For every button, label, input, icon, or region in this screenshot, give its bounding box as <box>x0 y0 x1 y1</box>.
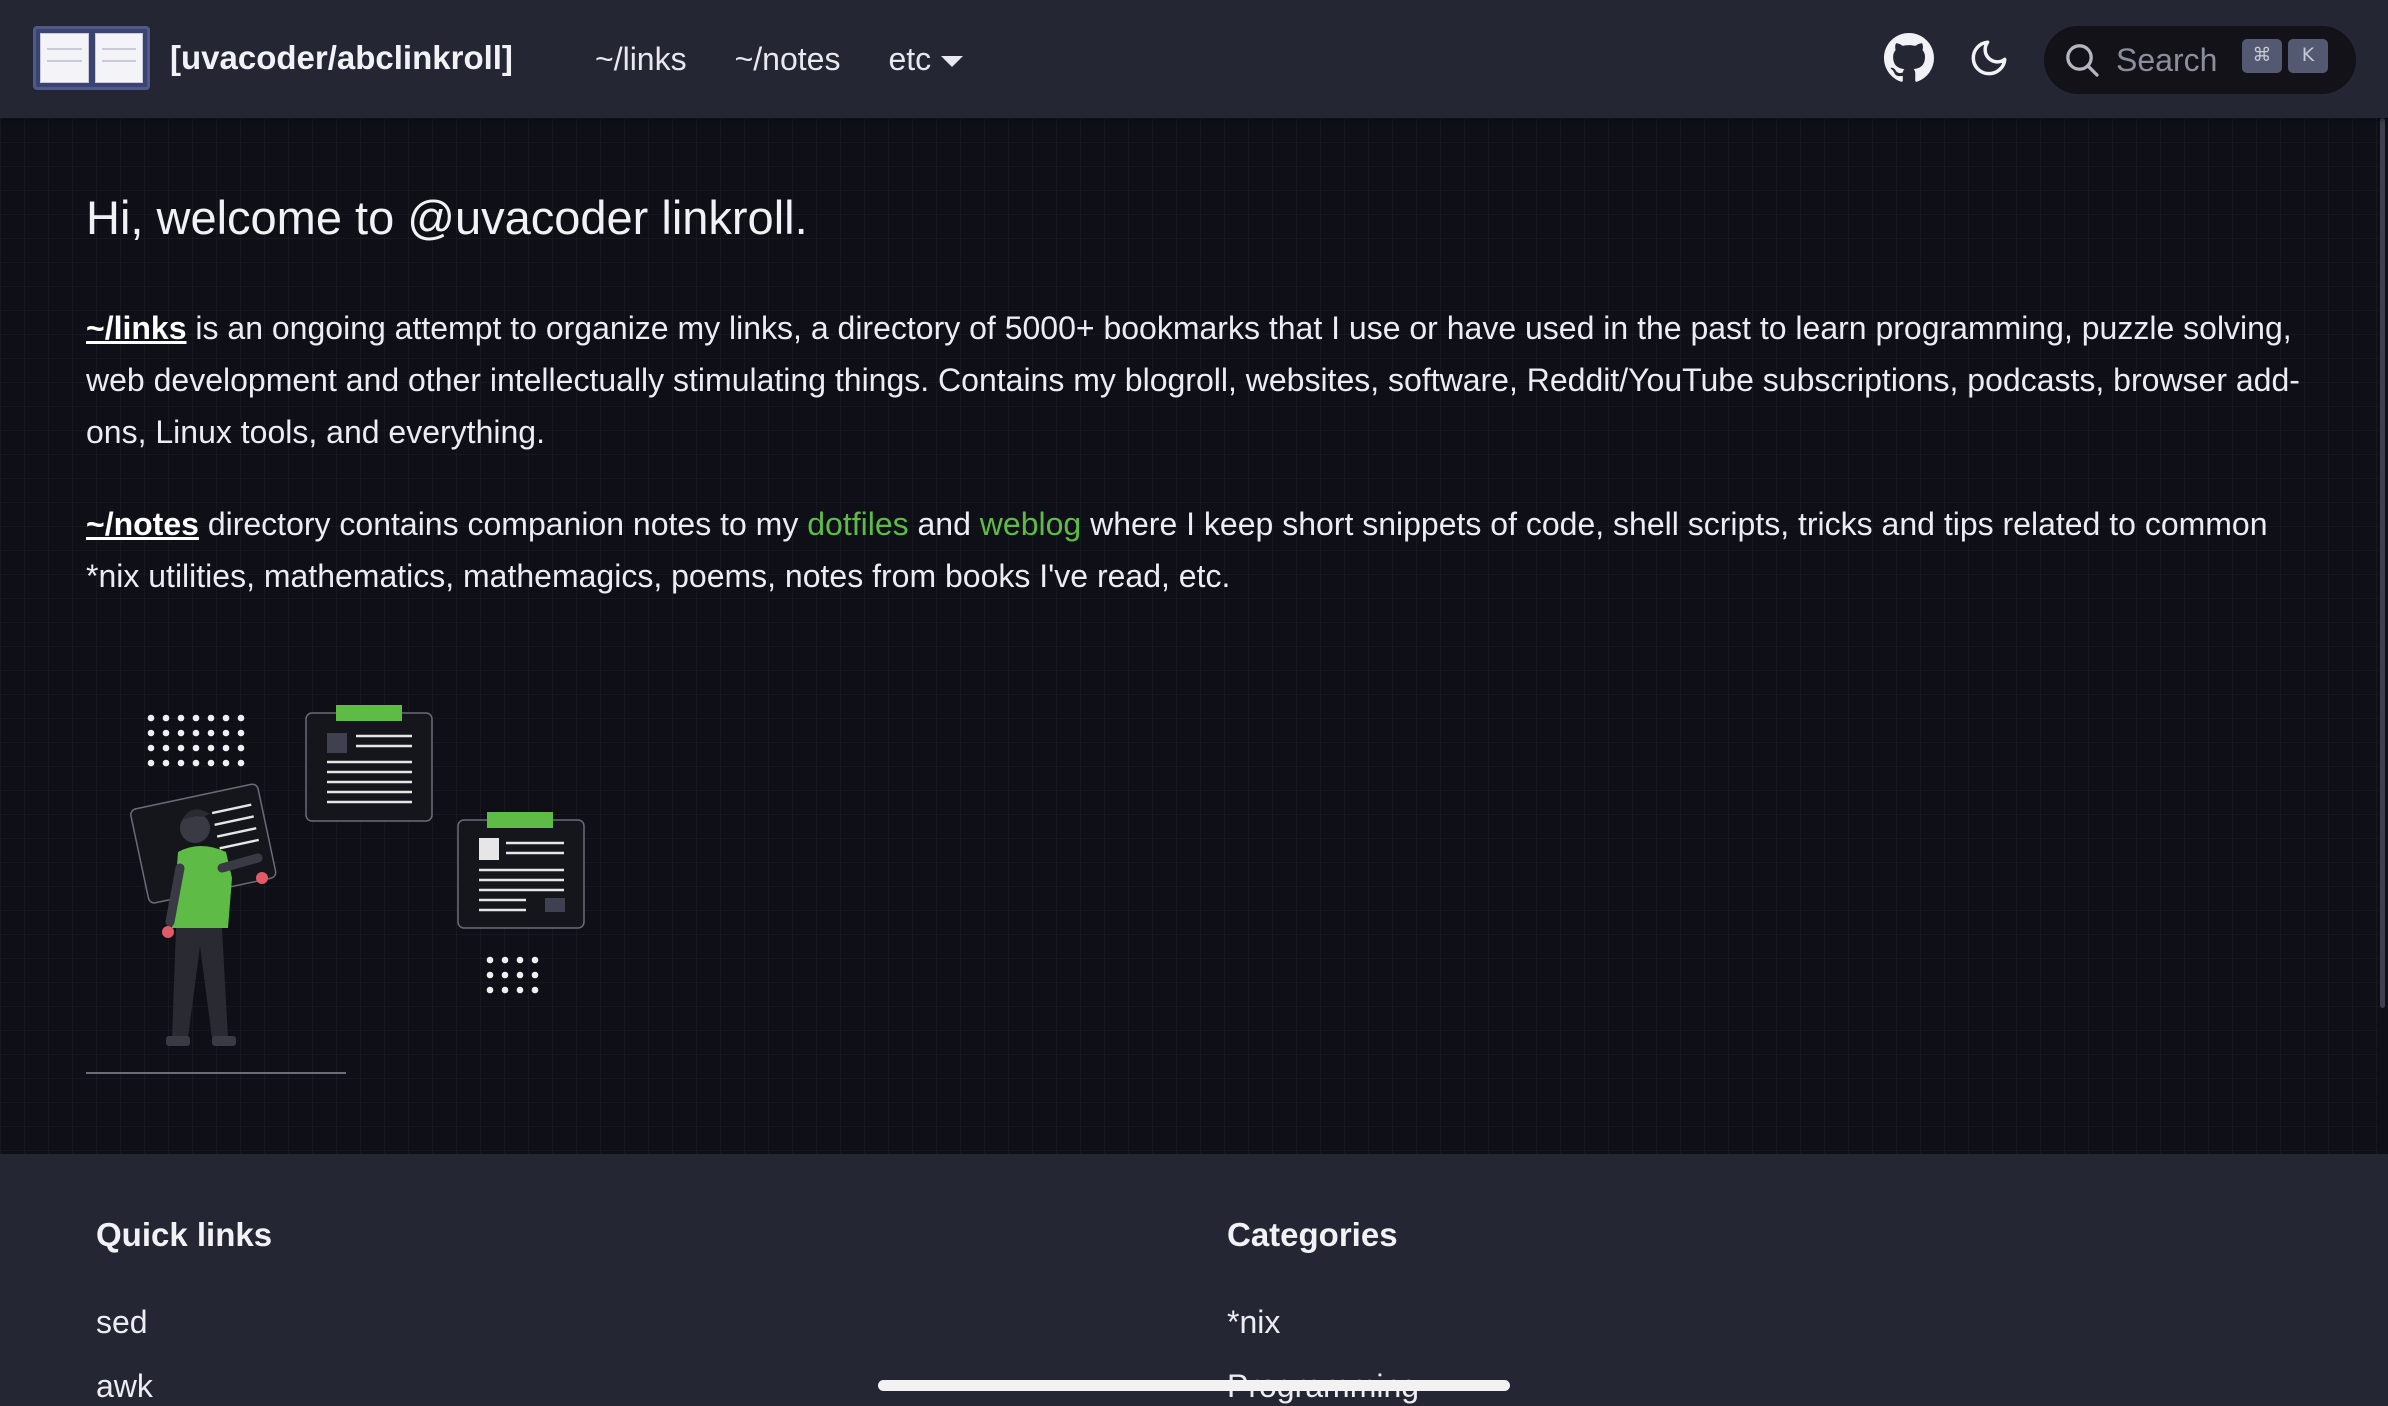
footer-heading-categories: Categories <box>1227 1216 1398 1253</box>
search-button[interactable]: Search ⌘ K <box>2044 26 2356 94</box>
main-nav: ~/links ~/notes etc <box>595 0 964 118</box>
notes-text-b: and <box>908 506 980 542</box>
moon-icon[interactable] <box>1968 37 2010 79</box>
search-icon <box>2066 44 2099 77</box>
footer-link-nix[interactable]: *nix <box>1227 1304 1280 1341</box>
links-description: is an ongoing attempt to organize my lin… <box>86 310 2300 450</box>
document-card-top <box>305 705 433 822</box>
brand-title: [uvacoder/abclinkroll] <box>170 39 513 76</box>
nav-link-links[interactable]: ~/links <box>595 41 687 78</box>
dot-grid-bottom <box>486 956 539 994</box>
scrollbar-thumb[interactable] <box>2380 118 2385 1008</box>
weblog-link[interactable]: weblog <box>980 506 1081 542</box>
notes-text-a: directory contains companion notes to my <box>198 506 808 542</box>
nav-dropdown-etc[interactable]: etc <box>888 40 964 78</box>
dot-grid-top <box>147 714 245 767</box>
links-link[interactable]: ~/links <box>86 310 187 346</box>
notes-link[interactable]: ~/notes <box>86 506 199 542</box>
caret-down-icon <box>941 55 964 67</box>
footer <box>0 1154 2388 1406</box>
hero-illustration <box>86 705 585 1074</box>
shortcut-k-key: K <box>2288 39 2328 73</box>
site-logo <box>33 26 150 90</box>
shortcut-mod-key: ⌘ <box>2242 39 2282 73</box>
intro-notes-paragraph: ~/notes directory contains companion not… <box>86 498 2316 602</box>
page-title: Hi, welcome to @uvacoder linkroll. <box>86 191 808 244</box>
footer-link-sed[interactable]: sed <box>96 1304 148 1341</box>
person-figure <box>130 783 277 1046</box>
home-indicator <box>878 1380 1510 1391</box>
document-card-bottom <box>457 812 585 929</box>
nav-dropdown-label: etc <box>888 40 932 77</box>
github-icon[interactable] <box>1884 33 1934 83</box>
footer-heading-quick-links: Quick links <box>96 1216 273 1253</box>
brand-link[interactable]: [uvacoder/abclinkroll] <box>33 25 513 91</box>
intro-links-paragraph: ~/links is an ongoing attempt to organiz… <box>86 302 2316 458</box>
navbar: [uvacoder/abclinkroll] ~/links ~/notes e… <box>0 0 2388 118</box>
scrollbar[interactable] <box>2378 118 2388 1154</box>
dotfiles-link[interactable]: dotfiles <box>807 506 908 542</box>
nav-link-notes[interactable]: ~/notes <box>735 41 841 78</box>
footer-link-awk[interactable]: awk <box>96 1368 153 1405</box>
search-placeholder: Search <box>2116 41 2218 78</box>
